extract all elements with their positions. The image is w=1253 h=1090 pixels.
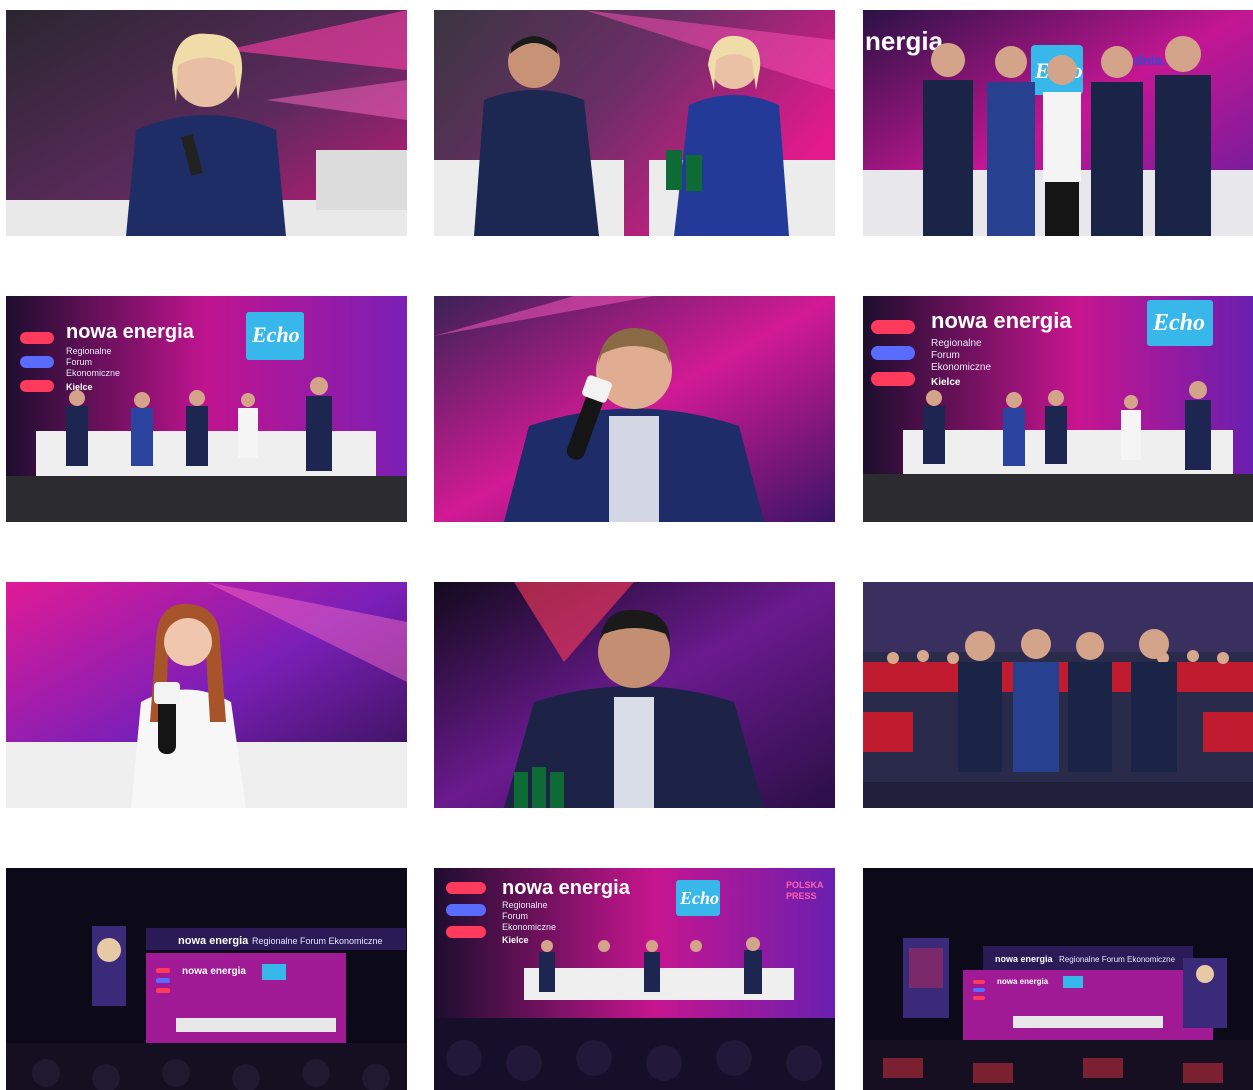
photo-hall-wide-right: nowa energia Regionalne Forum Ekonomiczn… xyxy=(863,868,1253,1090)
gallery-photo-10[interactable]: nowa energia Regionalne Forum Ekonomiczn… xyxy=(6,868,407,1090)
svg-text:POLSKA: POLSKA xyxy=(786,880,824,890)
photo-two-panelists xyxy=(434,10,835,236)
svg-text:Regionalne Forum Ekonomiczne: Regionalne Forum Ekonomiczne xyxy=(252,936,383,946)
photo-speaker-mic xyxy=(434,296,835,522)
svg-text:nowa energia: nowa energia xyxy=(995,954,1054,964)
photo-group-standing: nergia Echo echodnia.eu xyxy=(863,10,1253,236)
svg-text:Forum: Forum xyxy=(502,911,528,921)
photo-hall-wide: nowa energia Regionalne Forum Ekonomiczn… xyxy=(6,868,407,1090)
svg-text:nowa energia: nowa energia xyxy=(931,308,1072,333)
svg-text:Echo: Echo xyxy=(1152,310,1205,336)
event-name: nowa energia xyxy=(66,321,195,343)
svg-text:PRESS: PRESS xyxy=(786,891,817,901)
svg-text:Regionalne Forum Ekonomiczne: Regionalne Forum Ekonomiczne xyxy=(1059,955,1176,964)
gallery-photo-3[interactable]: nergia Echo echodnia.eu xyxy=(863,10,1253,236)
photo-stage-audience: nowa energia Regionalne Forum Ekonomiczn… xyxy=(434,868,835,1090)
gallery-photo-2[interactable] xyxy=(434,10,835,236)
svg-text:Forum: Forum xyxy=(66,357,92,367)
photo-audience-row xyxy=(863,582,1253,808)
svg-text:Ekonomiczne: Ekonomiczne xyxy=(502,922,556,932)
svg-text:Echo: Echo xyxy=(679,888,719,908)
photo-stage-wide: nowa energia Regionalne Forum Ekonomiczn… xyxy=(863,296,1253,522)
svg-text:nowa energia: nowa energia xyxy=(502,877,631,899)
svg-text:nowa energia: nowa energia xyxy=(178,935,249,947)
photo-panelist-seated xyxy=(434,582,835,808)
gallery-photo-1[interactable] xyxy=(6,10,407,236)
photo-young-panelist xyxy=(6,582,407,808)
gallery-photo-7[interactable] xyxy=(6,582,407,808)
photo-gallery: nergia Echo echodnia.eu xyxy=(0,0,1253,1090)
svg-text:nowa energia: nowa energia xyxy=(997,977,1049,986)
photo-stage-wide: nowa energia Regionalne Forum Ekonomiczn… xyxy=(6,296,407,522)
svg-text:Regionalne: Regionalne xyxy=(502,900,548,910)
svg-text:Kielce: Kielce xyxy=(502,935,529,945)
gallery-photo-4[interactable]: nowa energia Regionalne Forum Ekonomiczn… xyxy=(6,296,407,522)
gallery-photo-11[interactable]: nowa energia Regionalne Forum Ekonomiczn… xyxy=(434,868,835,1090)
event-name-partial: nergia xyxy=(865,26,944,56)
svg-text:Kielce: Kielce xyxy=(931,377,961,388)
gallery-photo-8[interactable] xyxy=(434,582,835,808)
gallery-photo-5[interactable] xyxy=(434,296,835,522)
svg-text:nowa energia: nowa energia xyxy=(182,966,246,977)
gallery-photo-6[interactable]: nowa energia Regionalne Forum Ekonomiczn… xyxy=(863,296,1253,522)
svg-text:Ekonomiczne: Ekonomiczne xyxy=(66,368,120,378)
gallery-photo-12[interactable]: nowa energia Regionalne Forum Ekonomiczn… xyxy=(863,868,1253,1090)
svg-text:Ekonomiczne: Ekonomiczne xyxy=(931,362,991,373)
svg-text:Echo: Echo xyxy=(251,322,300,347)
svg-text:Forum: Forum xyxy=(931,350,960,361)
photo-panelist-closeup xyxy=(6,10,407,236)
svg-text:Regionalne: Regionalne xyxy=(931,338,982,349)
gallery-photo-9[interactable] xyxy=(863,582,1253,808)
svg-text:Regionalne: Regionalne xyxy=(66,346,112,356)
